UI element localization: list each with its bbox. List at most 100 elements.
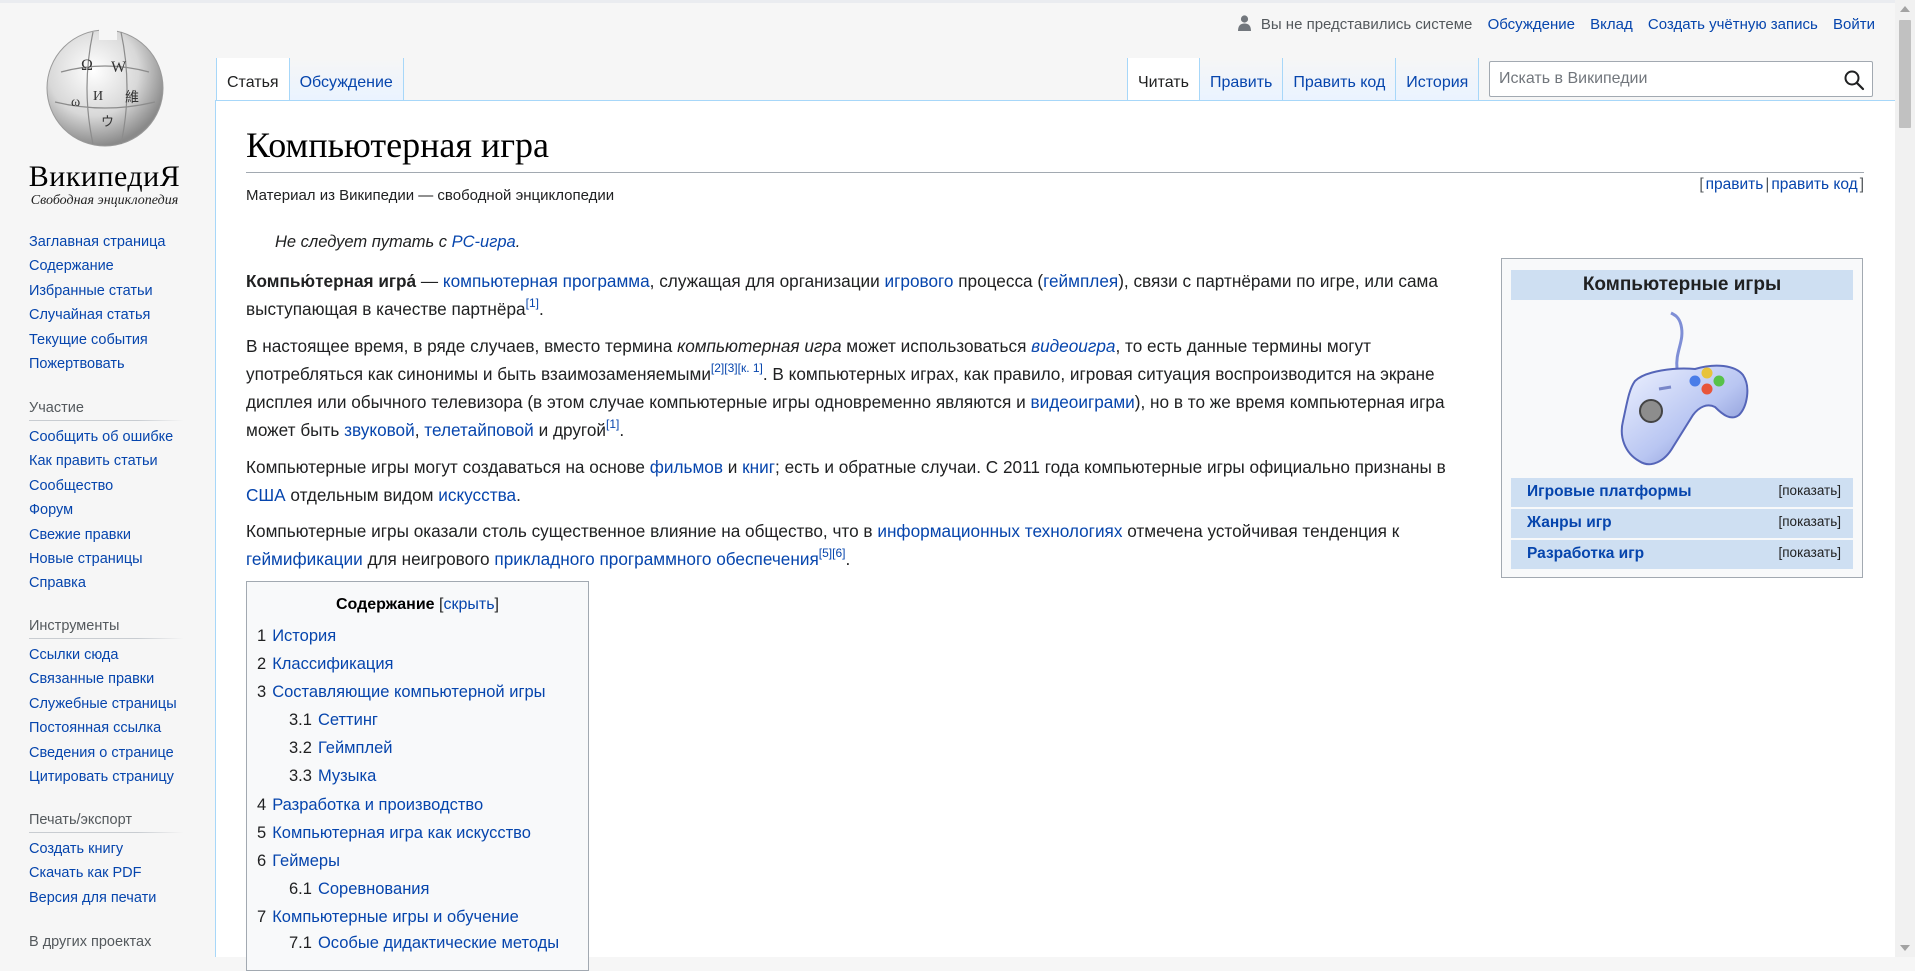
navbox-show-toggle[interactable]: [показать] [1779,514,1842,529]
toc-link[interactable]: Геймеры [272,852,340,870]
sidebar-item-special-pages[interactable]: Служебные страницы [29,696,177,712]
user-talk-link[interactable]: Обсуждение [1488,16,1575,33]
sidebar-link[interactable]: Текущие события [29,332,148,348]
toc-link[interactable]: Компьютерная игра как искусство [272,824,531,842]
create-account-link[interactable]: Создать учётную запись [1648,16,1818,33]
link-art[interactable]: искусства [438,485,516,505]
sidebar-item-printable-version[interactable]: Версия для печати [29,890,156,906]
toc-link[interactable]: Составляющие компьютерной игры [272,683,545,701]
toc-link[interactable]: История [272,627,336,645]
sidebar-item-community[interactable]: Сообщество [29,478,113,494]
toc-link[interactable]: Разработка и производство [272,796,483,814]
toc-link[interactable]: Особые дидактические методы [318,934,559,952]
sidebar-item-what-links-here[interactable]: Ссылки сюда [29,647,118,663]
navbox-show-toggle[interactable]: [показать] [1779,545,1842,560]
tab-edit-label[interactable]: Править [1210,74,1272,91]
sidebar-item-forum[interactable]: Форум [29,502,73,518]
reference-link[interactable]: [1] [606,417,619,431]
tab-read[interactable]: Читать [1127,58,1200,100]
navbox-show-toggle[interactable]: [показать] [1779,483,1842,498]
scrollbar-thumb[interactable] [1899,20,1911,128]
edit-link[interactable]: править [1706,176,1764,193]
sidebar-link[interactable]: Случайная статья [29,307,150,323]
toc-item[interactable]: 1 История [257,627,336,646]
toc-item[interactable]: 6 Геймеры [257,852,340,871]
login-link[interactable]: Войти [1833,16,1875,33]
search-input[interactable] [1497,69,1831,89]
link-gamification[interactable]: геймификации [246,549,363,569]
toc-hide-toggle[interactable]: скрыть [443,596,494,613]
navbox-row-label[interactable]: Игровые платформы [1527,483,1691,501]
toc-link[interactable]: Геймплей [318,739,393,757]
toc-item[interactable]: 6.1 Соревнования [289,880,429,899]
sidebar-link[interactable]: Содержание [29,258,114,274]
toc-item[interactable]: 2 Классификация [257,655,393,674]
tab-edit[interactable]: Править [1199,58,1284,100]
toc-link[interactable]: Классификация [272,655,393,673]
link-videogame[interactable]: видеоигра [1031,336,1115,356]
link-audio-game[interactable]: звуковой [344,420,415,440]
link-teletype[interactable]: телетайповой [424,420,534,440]
toc-item[interactable]: 5 Компьютерная игра как искусство [257,824,531,843]
sidebar-item-cite-page[interactable]: Цитировать страницу [29,769,174,785]
tab-history[interactable]: История [1396,58,1480,100]
user-contributions-link[interactable]: Вклад [1590,16,1633,33]
toc-item[interactable]: 3.3 Музыка [289,767,376,786]
sidebar-item-related-changes[interactable]: Связанные правки [29,671,154,687]
reference-link[interactable]: [1] [526,296,539,310]
sidebar-link[interactable]: Пожертвовать [29,356,125,372]
tab-edit-source[interactable]: Править код [1283,58,1397,100]
toc-item[interactable]: 4 Разработка и производство [257,796,483,815]
tab-talk[interactable]: Обсуждение [289,58,404,100]
hatnote-link[interactable]: PC-игра [452,233,516,251]
sidebar-link[interactable]: Избранные статьи [29,283,153,299]
toc-link[interactable]: Музыка [318,767,376,785]
link-usa[interactable]: США [246,485,286,505]
toc-link[interactable]: Сеттинг [318,711,378,729]
reference-link[interactable]: [6] [832,546,845,560]
sidebar-link[interactable]: Заглавная страница [29,234,165,250]
tab-edit-source-label[interactable]: Править код [1293,74,1385,91]
gamepad-icon[interactable] [1615,311,1753,471]
toc-link[interactable]: Компьютерные игры и обучение [272,908,519,926]
sidebar-item-help[interactable]: Справка [29,575,86,591]
link-films[interactable]: фильмов [650,457,723,477]
tab-history-label[interactable]: История [1406,74,1468,91]
navbox-row-label[interactable]: Жанры игр [1527,514,1612,532]
sidebar-item-create-book[interactable]: Создать книгу [29,841,123,857]
tab-article[interactable]: Статья [216,58,290,100]
link-computer-program[interactable]: компьютерная программа [443,271,650,291]
sidebar-heading-other-projects[interactable]: В других проектах [29,934,183,954]
navbox-row-label[interactable]: Разработка игр [1527,545,1644,563]
vertical-scrollbar[interactable] [1895,0,1915,957]
sidebar-item-recent-changes[interactable]: Свежие правки [29,527,131,543]
link-game[interactable]: игрового [885,271,954,291]
toc-item[interactable]: 7 Компьютерные игры и обучение [257,908,519,927]
reference-link[interactable]: [3] [724,361,737,375]
note-link[interactable]: [к. 1] [738,361,763,375]
link-application-software[interactable]: прикладного программного обеспечения [494,549,818,569]
sidebar-item-how-to-edit[interactable]: Как править статьи [29,453,158,469]
link-videogames[interactable]: видеоиграми [1030,392,1134,412]
toc-link[interactable]: Соревнования [318,880,430,898]
edit-source-link[interactable]: править код [1771,176,1857,193]
link-information-technology[interactable]: информационных технологиях [877,521,1122,541]
toc-item[interactable]: 7.1 Особые дидактические методы [289,934,559,953]
sidebar-item-page-info[interactable]: Сведения о странице [29,745,174,761]
wikipedia-logo[interactable]: Ω W И 維 ω ウ ВикипедиЯ Свободная энциклоп… [22,18,187,208]
link-gameplay[interactable]: геймплея [1043,271,1118,291]
toc-item[interactable]: 3.1 Сеттинг [289,711,378,730]
toc-item[interactable]: 3 Составляющие компьютерной игры [257,683,546,702]
scroll-up-arrow-icon[interactable] [1900,6,1910,12]
sidebar-item-new-pages[interactable]: Новые страницы [29,551,143,567]
scroll-down-arrow-icon[interactable] [1900,945,1910,951]
search-icon[interactable] [1842,68,1866,92]
sidebar-item-permanent-link[interactable]: Постоянная ссылка [29,720,161,736]
reference-link[interactable]: [2] [711,361,724,375]
reference-link[interactable]: [5] [819,546,832,560]
sidebar-item-download-pdf[interactable]: Скачать как PDF [29,865,142,881]
sidebar-item-report-error[interactable]: Сообщить об ошибке [29,429,173,445]
link-books[interactable]: книг [742,457,775,477]
tab-talk-label[interactable]: Обсуждение [300,74,393,91]
toc-item[interactable]: 3.2 Геймплей [289,739,392,758]
